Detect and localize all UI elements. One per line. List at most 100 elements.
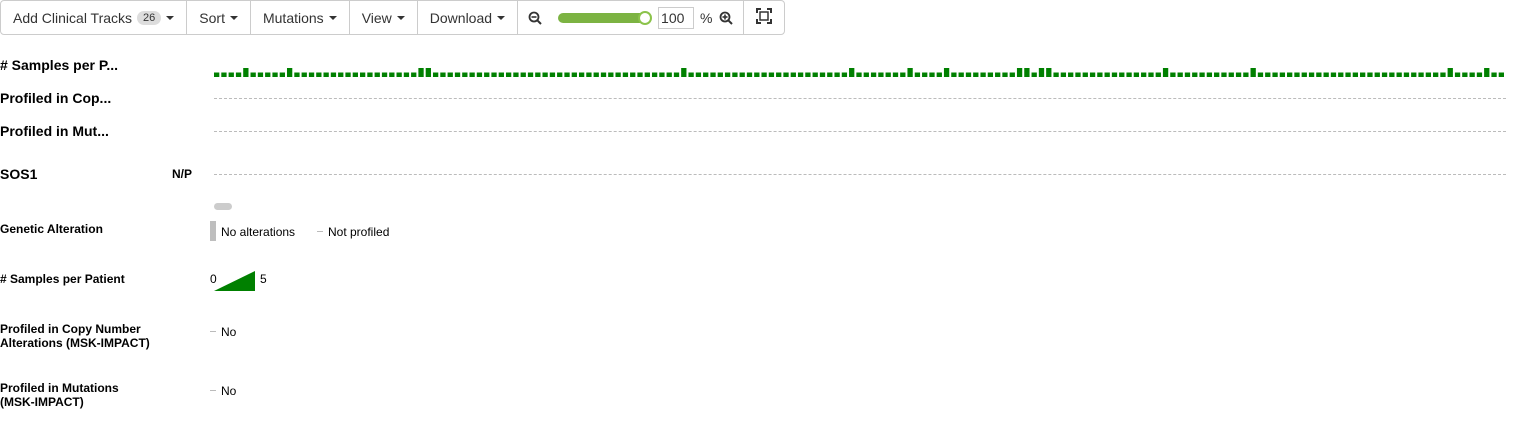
profiled-mutations-track[interactable]: [214, 131, 1506, 132]
sample-bar[interactable]: [286, 68, 293, 77]
sample-bar[interactable]: [557, 72, 563, 78]
sample-bar[interactable]: [469, 72, 475, 78]
sample-bar[interactable]: [936, 72, 942, 78]
download-button[interactable]: Download: [418, 1, 519, 34]
sample-bar[interactable]: [389, 72, 395, 78]
sample-bar[interactable]: [1352, 72, 1359, 78]
add-clinical-tracks-button[interactable]: Add Clinical Tracks 26: [1, 1, 188, 34]
sample-bar[interactable]: [1046, 68, 1052, 77]
sample-bar[interactable]: [505, 72, 512, 78]
sample-bar[interactable]: [476, 72, 483, 78]
sample-bar[interactable]: [367, 72, 373, 78]
sample-bar[interactable]: [1433, 72, 1439, 78]
sample-bar[interactable]: [1462, 72, 1468, 78]
sample-bar[interactable]: [257, 72, 264, 78]
sample-bar[interactable]: [1024, 68, 1030, 77]
sample-bar[interactable]: [221, 72, 227, 78]
track-label-profiled-mutations[interactable]: Profiled in Mut...: [0, 123, 109, 139]
sample-bar[interactable]: [1323, 72, 1329, 78]
sample-bar[interactable]: [608, 72, 614, 78]
sample-bar[interactable]: [637, 72, 643, 78]
sample-bar[interactable]: [535, 72, 541, 78]
sample-bar[interactable]: [1279, 72, 1286, 78]
sample-bar[interactable]: [973, 72, 979, 78]
sample-bar[interactable]: [352, 72, 358, 78]
track-label-samples-per-patient[interactable]: # Samples per P...: [0, 57, 118, 73]
sample-bar[interactable]: [345, 72, 351, 78]
sample-bar[interactable]: [1265, 72, 1271, 78]
sample-bar[interactable]: [272, 72, 278, 78]
sample-bar[interactable]: [870, 72, 877, 78]
sample-bar[interactable]: [1111, 72, 1118, 78]
sample-bar[interactable]: [1243, 72, 1249, 78]
zoom-out-icon[interactable]: [528, 11, 542, 25]
sample-bar[interactable]: [754, 72, 760, 78]
sample-bar[interactable]: [900, 72, 906, 78]
sample-bar[interactable]: [520, 72, 526, 78]
sample-bar[interactable]: [907, 68, 913, 77]
sample-bar[interactable]: [1038, 68, 1045, 77]
sample-bar[interactable]: [929, 72, 935, 78]
sample-bar[interactable]: [1447, 68, 1453, 77]
sample-bar[interactable]: [805, 72, 811, 78]
sample-bar[interactable]: [359, 72, 366, 78]
zoom-level-input[interactable]: [658, 6, 695, 29]
sample-bar[interactable]: [447, 72, 453, 78]
sample-bar[interactable]: [651, 72, 658, 78]
sample-bar[interactable]: [1104, 72, 1110, 78]
sample-bar[interactable]: [1411, 72, 1417, 78]
sample-bar[interactable]: [746, 72, 753, 78]
fit-to-screen-button[interactable]: [744, 1, 784, 34]
sample-bar[interactable]: [301, 72, 307, 78]
sample-bar[interactable]: [914, 72, 921, 78]
sample-bar[interactable]: [1330, 72, 1337, 78]
sample-bar[interactable]: [578, 72, 585, 78]
sample-bar[interactable]: [1476, 72, 1483, 78]
sample-bar[interactable]: [1498, 72, 1504, 78]
sample-bar[interactable]: [1345, 72, 1351, 78]
sample-bar[interactable]: [1425, 72, 1432, 78]
sample-bar[interactable]: [827, 72, 833, 78]
sample-bar[interactable]: [294, 72, 300, 78]
sample-bar[interactable]: [513, 72, 519, 78]
sample-bar[interactable]: [381, 72, 388, 78]
sample-bar[interactable]: [1396, 72, 1402, 78]
sample-bar[interactable]: [1184, 72, 1191, 78]
sample-bar[interactable]: [1403, 72, 1410, 78]
sample-bar[interactable]: [462, 72, 468, 78]
sample-bar[interactable]: [1089, 72, 1096, 78]
sample-bar[interactable]: [1308, 72, 1315, 78]
sample-bar[interactable]: [1257, 72, 1264, 78]
sample-bar[interactable]: [878, 72, 884, 78]
sample-bar[interactable]: [1199, 72, 1205, 78]
sample-bar[interactable]: [432, 72, 439, 78]
sample-bar[interactable]: [1082, 72, 1088, 78]
sample-bar[interactable]: [600, 72, 607, 78]
sample-bar[interactable]: [330, 72, 337, 78]
sample-bar[interactable]: [1440, 72, 1446, 78]
sample-bar[interactable]: [1170, 72, 1176, 78]
sample-bar[interactable]: [1148, 72, 1154, 78]
sample-bar[interactable]: [403, 72, 410, 78]
track-label-gene-sos1[interactable]: SOS1: [0, 166, 37, 182]
profiled-cna-track[interactable]: [214, 98, 1506, 99]
sample-bar[interactable]: [418, 68, 424, 77]
sample-bar[interactable]: [1126, 72, 1132, 78]
sample-bar[interactable]: [586, 72, 592, 78]
sample-bar[interactable]: [943, 68, 950, 77]
sos1-gene-track[interactable]: [214, 174, 1506, 175]
sample-bar[interactable]: [922, 72, 928, 78]
sample-bar[interactable]: [1374, 72, 1380, 78]
sample-bar[interactable]: [710, 72, 716, 78]
sample-bar[interactable]: [250, 72, 256, 78]
sample-bar[interactable]: [761, 72, 767, 78]
sample-bar[interactable]: [1155, 72, 1161, 78]
sample-bar[interactable]: [1235, 72, 1242, 78]
sample-bar[interactable]: [732, 72, 738, 78]
sample-bar[interactable]: [1228, 72, 1234, 78]
sample-bar[interactable]: [885, 72, 891, 78]
sample-bar[interactable]: [717, 72, 723, 78]
sample-bar[interactable]: [454, 72, 461, 78]
sample-bar[interactable]: [958, 72, 964, 78]
sample-bar[interactable]: [1097, 72, 1103, 78]
